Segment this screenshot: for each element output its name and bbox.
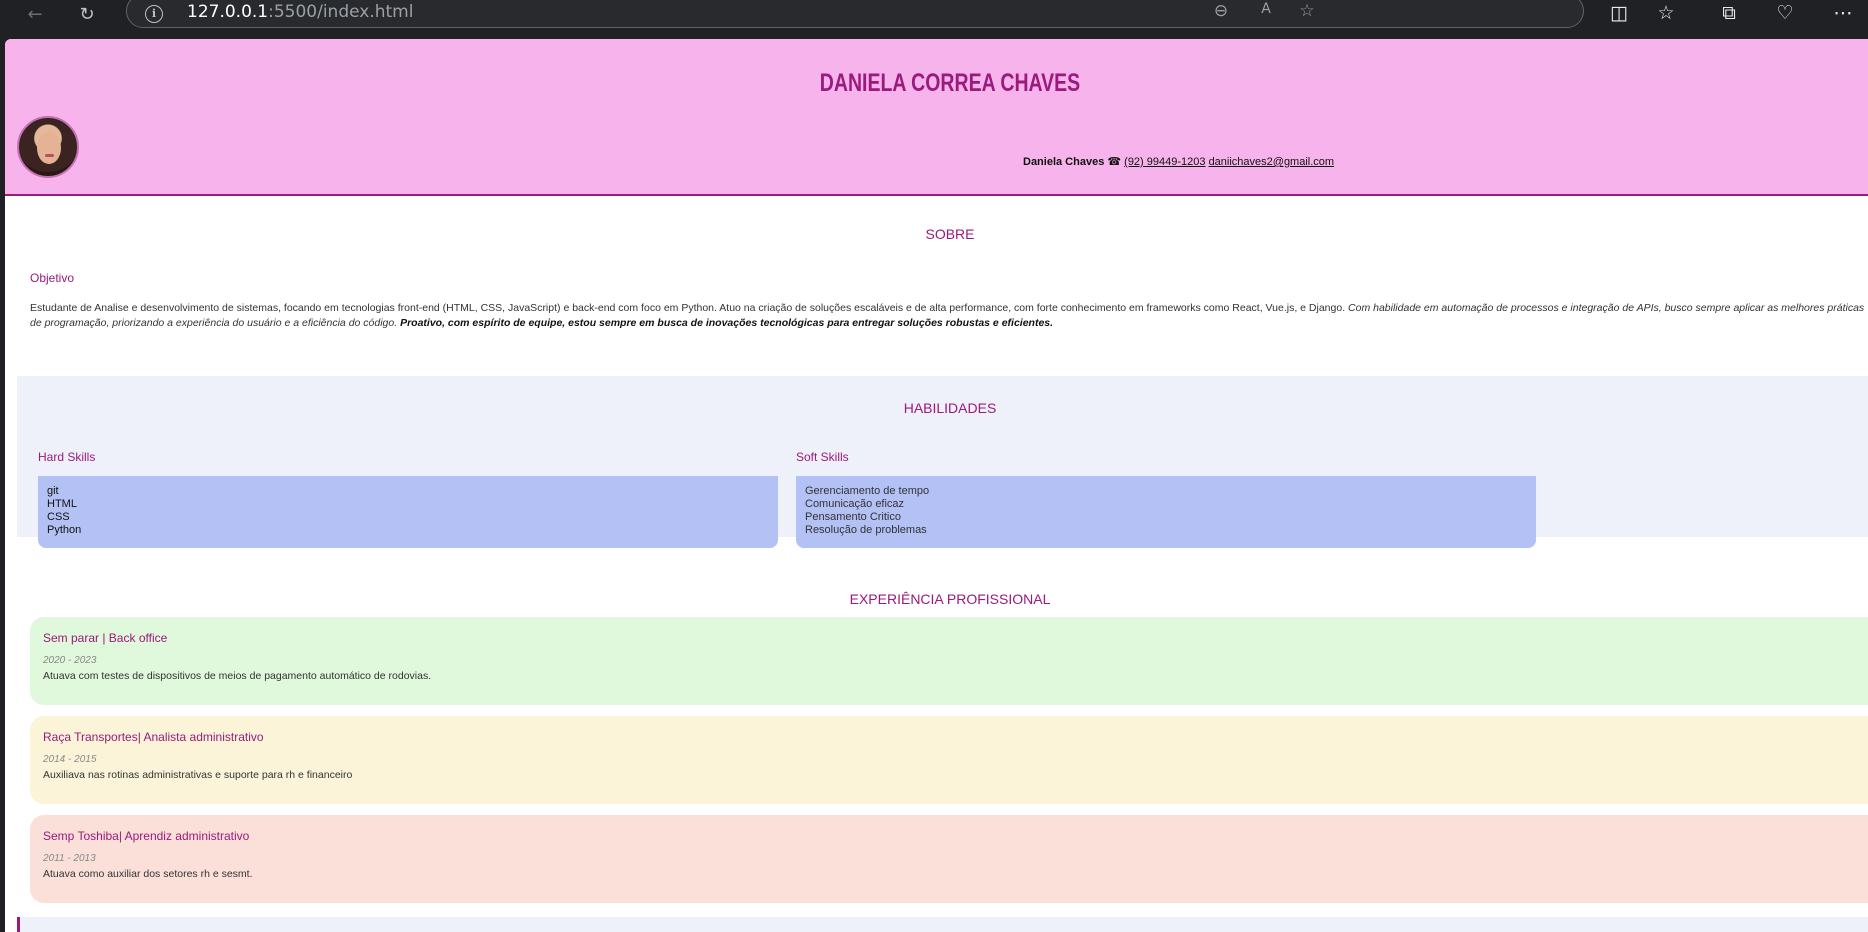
- experience-card: Sem parar | Back office 2020 - 2023 Atua…: [30, 617, 1868, 705]
- favorite-star-icon[interactable]: ☆: [1295, 1, 1319, 23]
- job-title: Semp Toshiba| Aprendiz administrativo: [43, 829, 250, 843]
- back-arrow-icon[interactable]: ←: [20, 0, 50, 28]
- section-title-habilidades: HABILIDADES: [903, 400, 997, 416]
- page-viewport: DANIELA CORREA CHAVES Daniela Chaves ☎ (…: [5, 39, 1868, 932]
- list-item: Comunicação eficaz: [805, 498, 905, 510]
- collections-icon[interactable]: ⧉: [1714, 0, 1744, 28]
- url-host: 127.0.0.1: [187, 2, 269, 22]
- favorites-icon[interactable]: ☆: [1651, 0, 1681, 28]
- hard-skills-list: git HTML CSS Python: [38, 476, 778, 548]
- url-path: :5500/index.html: [268, 2, 414, 22]
- job-title: Raça Transportes| Analista administrativ…: [43, 730, 264, 744]
- avatar-face: [37, 132, 61, 164]
- list-item: CSS: [47, 511, 70, 523]
- objetivo-text: Estudante de Analise e desenvolvimento d…: [30, 301, 1865, 331]
- objetivo-text-plain: Estudante de Analise e desenvolvimento d…: [30, 302, 1349, 314]
- avatar: [17, 116, 79, 178]
- info-icon[interactable]: i: [145, 5, 163, 23]
- objetivo-text-bold: Proativo, com espírito de equipe, estou …: [400, 317, 1054, 329]
- split-screen-icon[interactable]: ◫: [1604, 0, 1634, 28]
- section-title-experiencia: EXPERIÊNCIA PROFISSIONAL: [849, 591, 1051, 607]
- hard-skills-label: Hard Skills: [38, 450, 96, 464]
- phone-icon: ☎: [1107, 156, 1122, 168]
- objetivo-label: Objetivo: [30, 271, 75, 285]
- contact-name: Daniela Chaves: [1023, 156, 1105, 168]
- url-text[interactable]: 127.0.0.1:5500/index.html: [187, 2, 413, 22]
- job-description: Atuava com testes de dispositivos de mei…: [43, 670, 432, 682]
- browser-essentials-icon[interactable]: ♡: [1770, 0, 1800, 28]
- job-dates: 2011 - 2013: [43, 853, 96, 864]
- list-item: Resolução de problemas: [805, 524, 927, 536]
- soft-skills-label: Soft Skills: [796, 450, 849, 464]
- browser-toolbar: ← ↻ i 127.0.0.1:5500/index.html ⊖ A ☆ ◫ …: [0, 0, 1868, 28]
- address-bar[interactable]: i 127.0.0.1:5500/index.html ⊖ A ☆: [126, 0, 1584, 28]
- list-item: git: [47, 485, 59, 497]
- list-item: Gerenciamento de tempo: [805, 485, 930, 497]
- list-item: Pensamento Critico: [805, 511, 901, 523]
- page-title: DANIELA CORREA CHAVES: [819, 69, 1081, 97]
- job-description: Auxiliava nas rotinas administrativas e …: [43, 769, 353, 781]
- experience-card: Raça Transportes| Analista administrativ…: [30, 716, 1868, 804]
- job-dates: 2020 - 2023: [43, 655, 97, 666]
- contact-info: Daniela Chaves ☎ (92) 99449-1203 daniich…: [1023, 155, 1334, 168]
- section-title-sobre: SOBRE: [925, 226, 975, 242]
- zoom-out-icon[interactable]: ⊖: [1209, 1, 1233, 23]
- list-item: Python: [47, 524, 82, 536]
- experience-card: Semp Toshiba| Aprendiz administrativo 20…: [30, 815, 1868, 903]
- header: DANIELA CORREA CHAVES Daniela Chaves ☎ (…: [5, 39, 1868, 196]
- job-title: Sem parar | Back office: [43, 631, 168, 645]
- phone-link[interactable]: (92) 99449-1203: [1124, 156, 1205, 168]
- more-menu-icon[interactable]: ⋯: [1828, 0, 1858, 28]
- job-description: Atuava como auxiliar dos setores rh e se…: [43, 868, 253, 880]
- soft-skills-list: Gerenciamento de tempo Comunicação efica…: [796, 476, 1536, 548]
- avatar-lips: [45, 154, 54, 157]
- email-link[interactable]: daniichaves2@gmail.com: [1209, 156, 1335, 168]
- job-dates: 2014 - 2015: [43, 754, 97, 765]
- read-aloud-icon[interactable]: A: [1254, 1, 1278, 23]
- list-item: HTML: [47, 498, 77, 510]
- next-section-edge: [17, 917, 1868, 932]
- reload-icon[interactable]: ↻: [72, 0, 102, 28]
